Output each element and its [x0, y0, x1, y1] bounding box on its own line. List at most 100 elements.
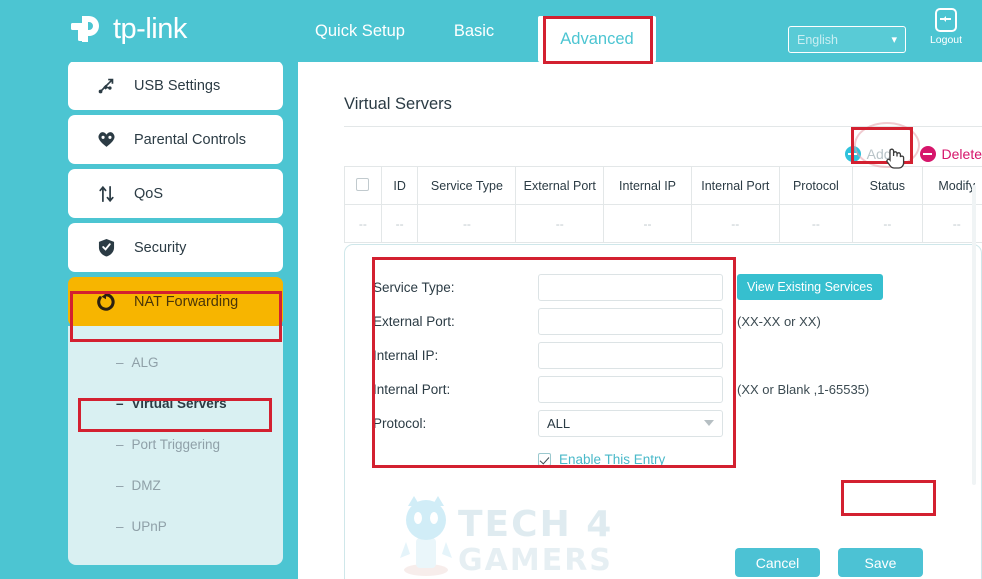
sidebar-item-parental-controls[interactable]: Parental Controls: [68, 115, 283, 164]
sidebar-subitem-label: DMZ: [131, 478, 161, 493]
logout-label: Logout: [929, 34, 963, 46]
checkbox-icon[interactable]: [356, 177, 370, 191]
sidebar-item-label: USB Settings: [134, 77, 221, 94]
col-internal-port: Internal Port: [690, 166, 780, 205]
service-type-input[interactable]: [538, 273, 723, 301]
minus-circle-icon: [919, 146, 936, 162]
sidebar-subitem-label: Port Triggering: [131, 437, 221, 452]
sidebar-item-label: Parental Controls: [134, 131, 247, 148]
save-button[interactable]: Save: [838, 548, 923, 577]
cell-status: --: [852, 204, 923, 243]
dash-marker: –: [116, 478, 124, 493]
delete-button[interactable]: Delete: [919, 146, 982, 162]
field-label: Protocol:: [373, 415, 427, 431]
router-admin-page: tp-link Quick Setup Basic Advanced Engli…: [0, 0, 982, 579]
virtual-servers-table: ID Service Type External Port Internal I…: [344, 166, 982, 243]
nat-refresh-icon: [94, 292, 118, 311]
external-port-hint: (XX-XX or XX): [737, 313, 821, 329]
dash-marker: –: [116, 355, 124, 370]
cell-service-type: --: [417, 204, 517, 243]
sidebar-item-label: QoS: [134, 185, 164, 202]
sidebar-item-virtual-servers[interactable]: – Virtual Servers: [68, 383, 283, 424]
form-buttons: Cancel Save: [735, 548, 923, 577]
title-divider: [344, 126, 982, 127]
brand-name: tp-link: [113, 12, 187, 45]
cell-internal-ip: --: [603, 204, 692, 243]
form-fields: Service Type: View Existing Services Ext…: [373, 270, 883, 467]
tab-advanced[interactable]: Advanced: [538, 16, 656, 62]
view-existing-services-button[interactable]: View Existing Services: [737, 274, 883, 300]
sidebar-item-qos[interactable]: QoS: [68, 169, 283, 218]
enable-entry-label: Enable This Entry: [559, 452, 666, 467]
sidebar-subitem-label: UPnP: [131, 519, 167, 534]
usb-icon: [94, 77, 118, 94]
cell-internal-port: --: [690, 204, 780, 243]
checkbox-checked-icon[interactable]: [538, 453, 551, 466]
language-select[interactable]: English ▾: [788, 26, 906, 53]
internal-ip-input[interactable]: [538, 341, 723, 369]
internal-port-hint: (XX or Blank ,1-65535): [737, 381, 870, 397]
chevron-down-icon: ▾: [891, 34, 897, 46]
sidebar: USB Settings Parental Controls QoS Secur…: [0, 40, 298, 579]
col-protocol: Protocol: [778, 166, 854, 205]
enable-entry-row[interactable]: Enable This Entry: [538, 452, 883, 467]
field-label: Internal Port:: [373, 381, 451, 397]
content-scrollbar[interactable]: [972, 185, 976, 485]
sidebar-item-usb-settings[interactable]: USB Settings: [68, 61, 283, 110]
sidebar-item-label: NAT Forwarding: [134, 293, 239, 310]
cell-select[interactable]: --: [344, 204, 382, 243]
add-label: Add: [866, 146, 892, 162]
updown-arrows-icon: [94, 185, 118, 203]
sidebar-item-nat-forwarding[interactable]: NAT Forwarding: [68, 277, 283, 326]
shield-check-icon: [94, 238, 118, 257]
top-header: tp-link Quick Setup Basic Advanced Engli…: [0, 0, 982, 64]
dash-marker: –: [116, 437, 124, 452]
cancel-button[interactable]: Cancel: [735, 548, 820, 577]
logout-icon: [935, 8, 957, 32]
external-port-input[interactable]: [538, 307, 723, 335]
table-row[interactable]: -- -- -- -- -- -- -- -- --: [344, 204, 982, 243]
sidebar-item-label: Security: [134, 239, 187, 256]
protocol-select[interactable]: ALL: [538, 409, 723, 437]
table-header-row: ID Service Type External Port Internal I…: [344, 166, 982, 205]
content-panel: Virtual Servers Add Delete ID Service Ty…: [298, 62, 982, 579]
tab-basic[interactable]: Basic: [424, 0, 524, 62]
brand-logo: tp-link: [68, 6, 218, 52]
plus-circle-icon: [844, 146, 861, 162]
sidebar-item-port-triggering[interactable]: – Port Triggering: [68, 424, 283, 465]
sidebar-item-security[interactable]: Security: [68, 223, 283, 272]
cell-protocol: --: [778, 204, 854, 243]
col-internal-ip: Internal IP: [603, 166, 692, 205]
chevron-down-icon: [704, 420, 714, 426]
field-service-type: Service Type: View Existing Services: [373, 270, 883, 304]
field-protocol: Protocol: ALL: [373, 406, 883, 440]
tab-quick-setup[interactable]: Quick Setup: [300, 0, 420, 62]
sidebar-item-alg[interactable]: – ALG: [68, 342, 283, 383]
dash-marker: –: [116, 396, 124, 411]
sidebar-submenu: – ALG – Virtual Servers – Port Triggerin…: [68, 326, 283, 565]
col-status: Status: [852, 166, 923, 205]
protocol-value: ALL: [547, 415, 571, 431]
delete-label: Delete: [941, 146, 982, 162]
page-title: Virtual Servers: [344, 95, 452, 113]
select-all-cell[interactable]: [344, 166, 382, 205]
sidebar-item-dmz[interactable]: – DMZ: [68, 465, 283, 506]
field-label: Internal IP:: [373, 347, 439, 363]
add-entry-form: Service Type: View Existing Services Ext…: [344, 244, 982, 579]
language-value: English: [797, 32, 838, 47]
field-internal-port: Internal Port: (XX or Blank ,1-65535): [373, 372, 883, 406]
tplink-logo-icon: [68, 8, 110, 50]
logout-button[interactable]: Logout: [922, 8, 970, 46]
add-button[interactable]: Add: [844, 146, 892, 162]
col-external-port: External Port: [515, 166, 605, 205]
internal-port-input[interactable]: [538, 375, 723, 403]
field-external-port: External Port: (XX-XX or XX): [373, 304, 883, 338]
cell-external-port: --: [515, 204, 605, 243]
cell-id: --: [380, 204, 419, 243]
col-service-type: Service Type: [417, 166, 517, 205]
sidebar-item-upnp[interactable]: – UPnP: [68, 506, 283, 547]
sidebar-subitem-label: ALG: [131, 355, 159, 370]
field-label: Service Type:: [373, 279, 455, 295]
field-label: External Port:: [373, 313, 455, 329]
col-id: ID: [380, 166, 419, 205]
